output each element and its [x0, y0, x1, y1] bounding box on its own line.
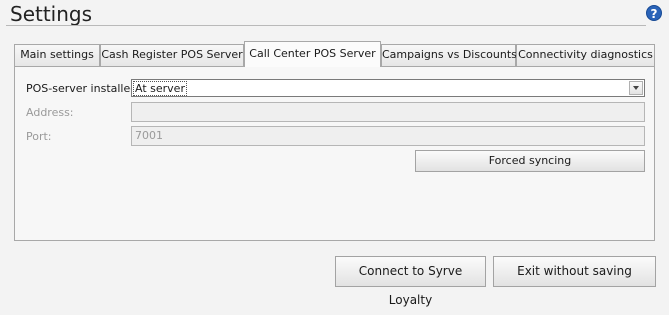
- chevron-down-icon[interactable]: [629, 81, 643, 95]
- title-divider: [6, 25, 646, 26]
- tab-campaigns-vs-discounts[interactable]: Campaigns vs Discounts: [381, 44, 517, 66]
- pos-server-value: At server: [133, 81, 187, 96]
- connect-loyalty-button[interactable]: Connect to Syrve Loyalty: [335, 256, 486, 307]
- port-label: Port:: [26, 130, 52, 143]
- address-label: Address:: [26, 106, 74, 119]
- pos-server-select[interactable]: At server: [131, 79, 645, 97]
- address-field[interactable]: [131, 102, 645, 122]
- window-title: Settings: [10, 2, 93, 26]
- pos-server-label: POS-server installed:: [26, 82, 141, 95]
- tab-cash-register-pos-server[interactable]: Cash Register POS Server: [100, 44, 244, 66]
- exit-without-saving-button[interactable]: Exit without saving: [493, 256, 656, 287]
- tab-main-settings[interactable]: Main settings: [14, 44, 100, 66]
- help-icon[interactable]: ?: [646, 5, 662, 21]
- port-field[interactable]: 7001: [131, 126, 645, 146]
- tab-call-center-pos-server[interactable]: Call Center POS Server: [244, 41, 381, 67]
- tab-connectivity-diagnostics[interactable]: Connectivity diagnostics: [516, 44, 655, 66]
- forced-syncing-button[interactable]: Forced syncing: [415, 150, 645, 172]
